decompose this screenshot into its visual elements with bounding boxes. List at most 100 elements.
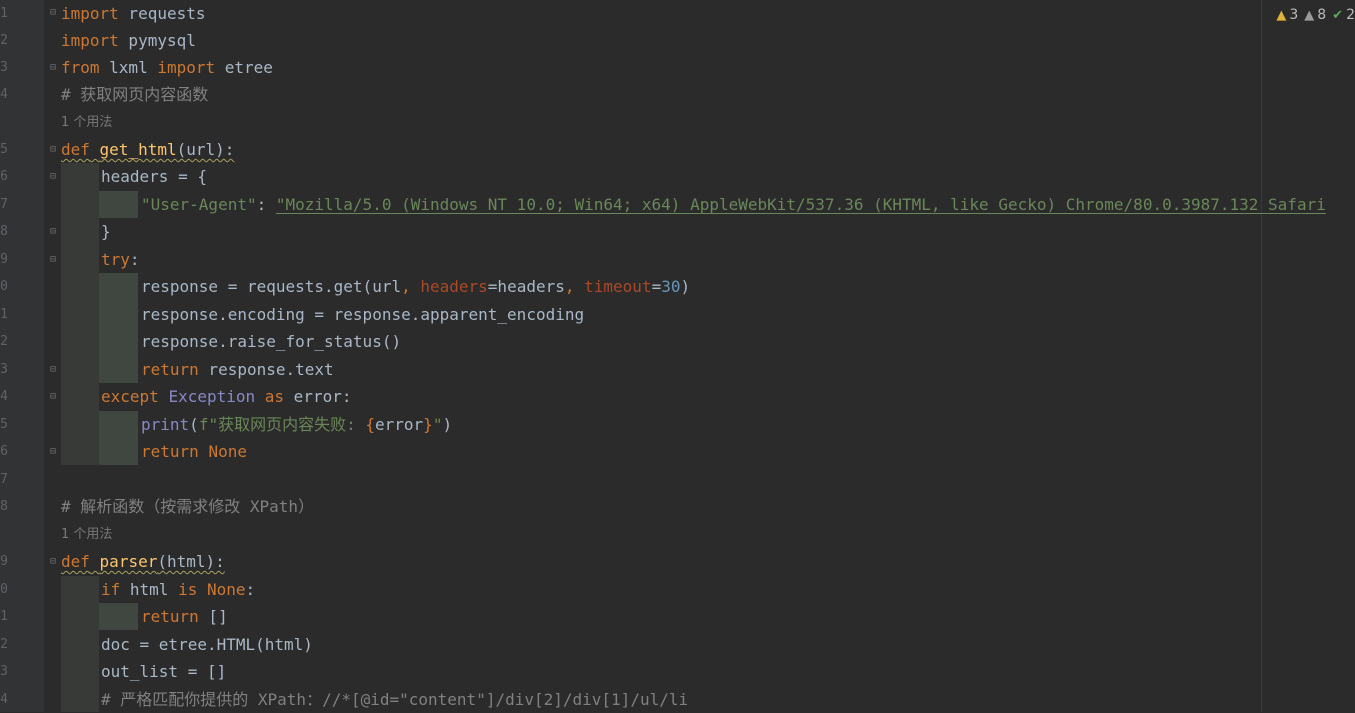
fold-marker-icon[interactable]: ⊟	[47, 170, 59, 184]
fold-marker-icon[interactable]: ⊟	[47, 143, 59, 157]
warning-icon: ▲	[1276, 7, 1287, 23]
code-comment[interactable]: # 获取网页内容函数	[61, 81, 208, 108]
code-line[interactable]: "User-Agent": "Mozilla/5.0 (Windows NT 1…	[141, 191, 1326, 218]
operator: ,	[564, 277, 585, 296]
operator: :	[256, 195, 276, 214]
identifier: []	[198, 607, 228, 626]
typos-indicator[interactable]: ✔ 2	[1332, 7, 1355, 23]
identifier: (url):	[176, 140, 235, 159]
right-margin-guide	[1261, 0, 1262, 712]
identifier: response.text	[198, 360, 334, 379]
indent-guide-block	[99, 411, 138, 465]
fold-marker-icon[interactable]: ⊟	[47, 225, 59, 239]
code-comment[interactable]: # 解析函数（按需求修改 XPath）	[61, 493, 314, 520]
warnings-count: 3	[1289, 7, 1299, 23]
line-number: 10	[0, 279, 8, 294]
weak-warnings-count: 8	[1317, 7, 1327, 23]
weak-warnings-indicator[interactable]: ▲ 8	[1304, 7, 1326, 23]
line-number: 19	[0, 554, 8, 569]
indent-guide-block	[99, 191, 138, 218]
code-line[interactable]: def parser(html):	[61, 548, 225, 575]
line-number: 7	[0, 197, 8, 212]
builtin-function: print	[141, 415, 190, 434]
code-line[interactable]: response.raise_for_status()	[141, 328, 401, 355]
keyword: None	[206, 580, 246, 599]
indent-guide-block	[61, 576, 99, 712]
operator: ,	[401, 277, 421, 296]
format-brace: {	[365, 415, 375, 434]
fold-marker-icon[interactable]: ⊟	[47, 253, 59, 267]
code-line[interactable]: return None	[141, 438, 247, 465]
keyword: try	[101, 250, 130, 269]
line-number: 24	[0, 692, 8, 707]
builtin-class: Exception	[168, 387, 256, 406]
code-line[interactable]: return []	[141, 603, 228, 630]
indent-guide-block	[99, 603, 138, 630]
line-number: 18	[0, 499, 8, 514]
usage-inlay-hint[interactable]: 1 个用法	[61, 521, 112, 548]
code-line[interactable]: import requests	[61, 0, 206, 27]
code-line[interactable]: headers = {	[101, 163, 207, 190]
fold-marker-icon[interactable]: ⊟	[47, 363, 59, 377]
keyword: is	[178, 580, 198, 599]
identifier: requests	[118, 4, 206, 23]
code-line[interactable]: return response.text	[141, 356, 334, 383]
keyword: None	[208, 442, 247, 461]
identifier: =headers	[487, 277, 565, 296]
keyword: import	[61, 31, 119, 50]
string-literal: "Mozilla/5.0 (Windows NT 10.0; Win64; x6…	[275, 195, 1326, 214]
code-line[interactable]: }	[101, 218, 111, 245]
code-line[interactable]: def get_html(url):	[61, 136, 234, 163]
line-number: 17	[0, 472, 8, 487]
format-brace: }	[423, 415, 433, 434]
fold-marker-icon[interactable]: ⊟	[47, 555, 59, 569]
parameter: timeout	[584, 277, 652, 296]
keyword: from	[61, 58, 100, 77]
keyword: import	[157, 58, 216, 77]
code-line[interactable]: response.encoding = response.apparent_en…	[141, 301, 584, 328]
line-number: 21	[0, 609, 8, 624]
identifier: html	[120, 580, 179, 599]
weak-warning-icon: ▲	[1304, 7, 1315, 23]
operator: (	[189, 415, 199, 434]
code-line[interactable]: print(f"获取网页内容失败: {error}")	[141, 411, 452, 438]
keyword: as	[264, 387, 285, 406]
code-line[interactable]: out_list = []	[101, 658, 226, 685]
line-number: 16	[0, 444, 8, 459]
function-name: get_html	[99, 140, 177, 159]
usage-inlay-hint[interactable]: 1 个用法	[61, 109, 112, 136]
code-line[interactable]: try:	[101, 246, 140, 273]
identifier: (html):	[157, 552, 225, 571]
parameter: headers	[420, 277, 488, 296]
fold-marker-icon[interactable]: ⊟	[47, 61, 59, 75]
string-literal: f"获取网页内容失败:	[198, 415, 366, 434]
fold-marker-icon[interactable]: ⊟	[47, 390, 59, 404]
line-number: 11	[0, 307, 8, 322]
code-line[interactable]: doc = etree.HTML(html)	[101, 631, 313, 658]
indent-guide-block	[61, 163, 99, 465]
line-number: 8	[0, 224, 8, 239]
keyword: import	[61, 4, 119, 23]
keyword: return	[141, 360, 199, 379]
operator: )	[442, 415, 453, 434]
fold-marker-icon[interactable]: ⊟	[47, 6, 59, 20]
string-literal: "User-Agent"	[141, 195, 257, 214]
fold-marker-icon[interactable]: ⊟	[47, 445, 59, 459]
code-line[interactable]: import pymysql	[61, 27, 196, 54]
code-line[interactable]: except Exception as error:	[101, 383, 351, 410]
code-line[interactable]: response = requests.get(url, headers=hea…	[141, 273, 690, 300]
identifier: error:	[284, 387, 352, 406]
line-number: 12	[0, 334, 8, 349]
warnings-indicator[interactable]: ▲ 3	[1276, 7, 1298, 23]
code-comment[interactable]: # 严格匹配你提供的 XPath：//*[@id="content"]/div[…	[101, 686, 688, 713]
code-line[interactable]: from lxml import etree	[61, 54, 273, 81]
function-name: parser	[99, 552, 158, 571]
line-number: 15	[0, 417, 8, 432]
keyword: return	[141, 442, 199, 461]
inspection-widget[interactable]: ▲ 3 ▲ 8 ✔ 2	[1270, 4, 1355, 26]
code-line[interactable]: if html is None:	[101, 576, 255, 603]
